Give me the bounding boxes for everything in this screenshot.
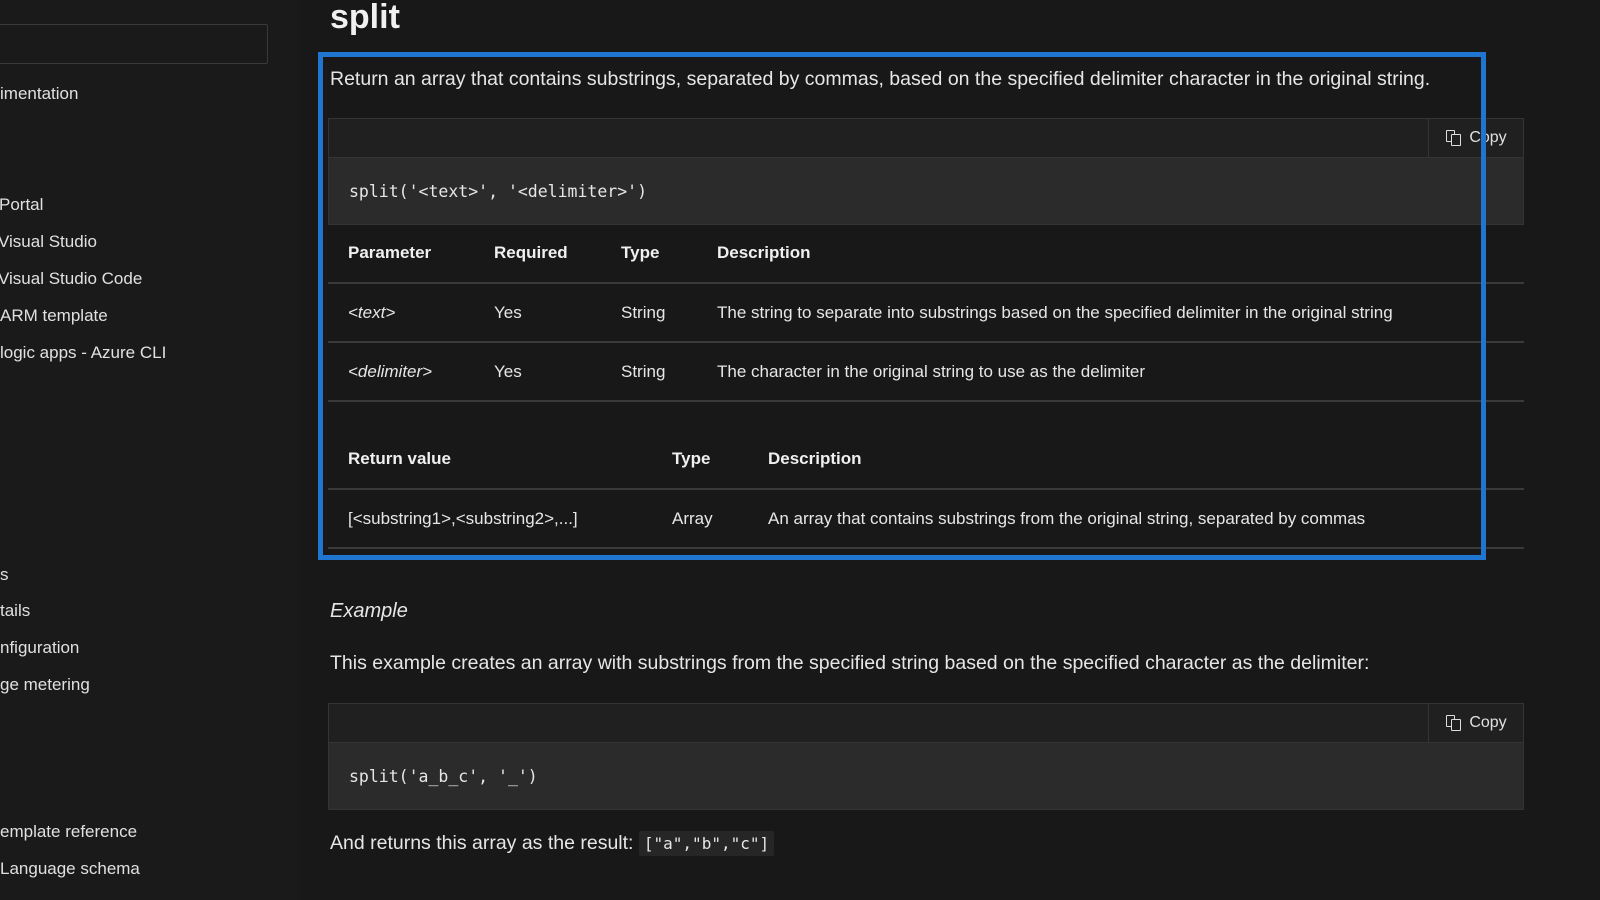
sidebar-item-visual-studio[interactable]: Visual Studio bbox=[0, 232, 97, 252]
result-code: ["a","b","c"] bbox=[638, 831, 775, 856]
example-code-block: Copy split('a_b_c', '_') bbox=[328, 703, 1524, 810]
header-required: Required bbox=[474, 224, 601, 284]
sidebar-item-configuration[interactable]: nfiguration bbox=[0, 638, 79, 658]
header-parameter: Parameter bbox=[328, 224, 474, 284]
return-value: [<substring1>,<substring2>,...] bbox=[328, 489, 652, 549]
sidebar-item-usage-metering[interactable]: ge metering bbox=[0, 675, 90, 695]
table-row: [<substring1>,<substring2>,...] Array An… bbox=[328, 489, 1524, 549]
param-name: <delimiter> bbox=[328, 342, 474, 402]
example-heading: Example bbox=[330, 600, 408, 622]
copy-icon bbox=[1445, 129, 1463, 147]
copy-label: Copy bbox=[1469, 129, 1507, 146]
code-header: Copy bbox=[329, 704, 1523, 743]
header-description: Description bbox=[697, 224, 1524, 284]
header-return-value: Return value bbox=[328, 430, 652, 490]
sidebar-item-documentation[interactable]: imentation bbox=[0, 84, 78, 104]
param-name: <text> bbox=[328, 283, 474, 343]
function-summary: Return an array that contains substrings… bbox=[330, 68, 1431, 90]
code-body: split('<text>', '<delimiter>') bbox=[329, 158, 1523, 224]
table-row: <text> Yes String The string to separate… bbox=[328, 283, 1524, 343]
header-type: Type bbox=[601, 224, 697, 284]
return-description: An array that contains substrings from t… bbox=[748, 489, 1524, 549]
sidebar-item-details[interactable]: tails bbox=[0, 601, 30, 621]
code-header: Copy bbox=[329, 119, 1523, 158]
sidebar-item-azure-cli[interactable]: logic apps - Azure CLI bbox=[0, 343, 166, 363]
sidebar-item-arm-template[interactable]: ARM template bbox=[0, 306, 108, 326]
table-row: <delimiter> Yes String The character in … bbox=[328, 342, 1524, 402]
result-prefix: And returns this array as the result: bbox=[330, 832, 639, 854]
copy-label: Copy bbox=[1469, 714, 1507, 731]
return-value-table: Return value Type Description [<substrin… bbox=[328, 430, 1524, 549]
param-description: The string to separate into substrings b… bbox=[697, 283, 1524, 343]
sidebar-item-template-reference[interactable]: emplate reference bbox=[0, 822, 137, 842]
copy-icon bbox=[1445, 714, 1463, 732]
param-required: Yes bbox=[474, 283, 601, 343]
sidebar: imentation Portal Visual Studio Visual S… bbox=[0, 0, 300, 900]
example-intro: This example creates an array with subst… bbox=[330, 652, 1370, 674]
param-required: Yes bbox=[474, 342, 601, 402]
param-type: String bbox=[601, 342, 697, 402]
header-type: Type bbox=[652, 430, 748, 490]
code-body: split('a_b_c', '_') bbox=[329, 743, 1523, 809]
sidebar-item-s[interactable]: s bbox=[0, 565, 9, 585]
table-header-row: Parameter Required Type Description bbox=[328, 224, 1524, 284]
example-copy-button[interactable]: Copy bbox=[1428, 704, 1523, 742]
param-description: The character in the original string to … bbox=[697, 342, 1524, 402]
example-result: And returns this array as the result: ["… bbox=[330, 831, 775, 856]
sidebar-filter-input[interactable] bbox=[0, 24, 268, 64]
parameters-table: Parameter Required Type Description <tex… bbox=[328, 224, 1524, 402]
return-type: Array bbox=[652, 489, 748, 549]
syntax-code: split('<text>', '<delimiter>') bbox=[349, 181, 648, 201]
sidebar-item-language-schema[interactable]: Language schema bbox=[0, 859, 140, 879]
sidebar-item-portal[interactable]: Portal bbox=[0, 195, 43, 215]
syntax-code-block: Copy split('<text>', '<delimiter>') bbox=[328, 118, 1524, 225]
sidebar-item-visual-studio-code[interactable]: Visual Studio Code bbox=[0, 269, 142, 289]
page-title: split bbox=[330, 0, 400, 36]
example-code: split('a_b_c', '_') bbox=[349, 766, 538, 786]
param-type: String bbox=[601, 283, 697, 343]
table-header-row: Return value Type Description bbox=[328, 430, 1524, 490]
syntax-copy-button[interactable]: Copy bbox=[1428, 119, 1523, 157]
header-description: Description bbox=[748, 430, 1524, 490]
